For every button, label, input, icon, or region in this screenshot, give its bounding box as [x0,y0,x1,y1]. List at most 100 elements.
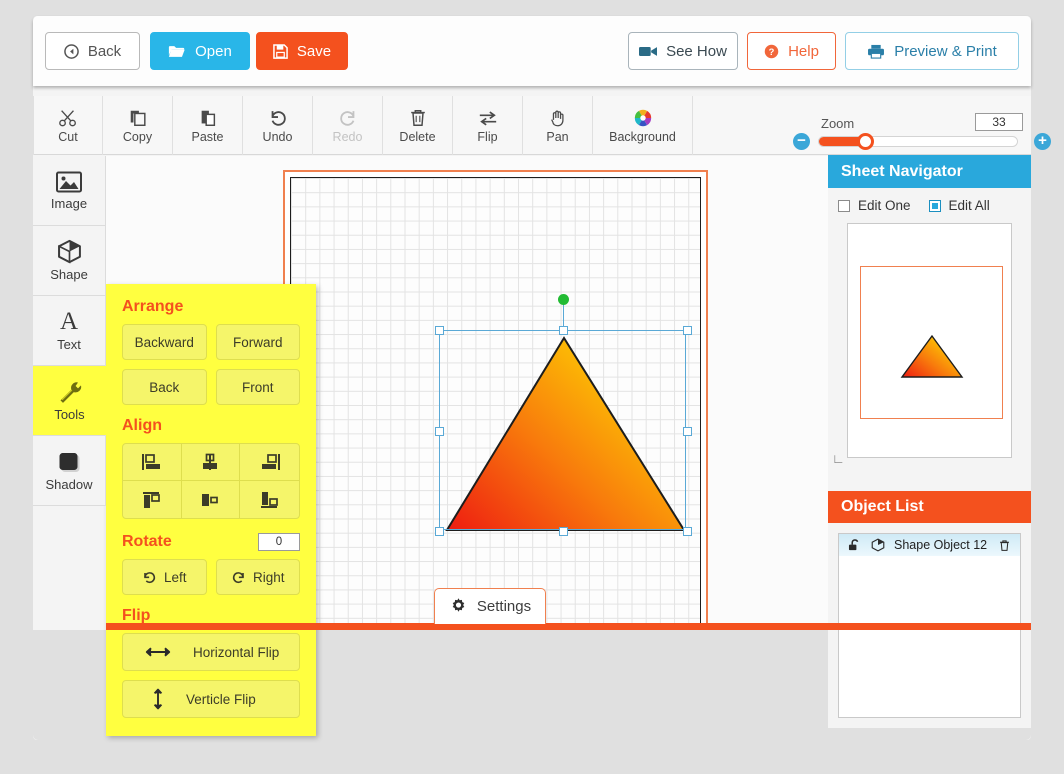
preview-print-button[interactable]: Preview & Print [845,32,1019,70]
toolbar-copy[interactable]: Copy [103,96,173,155]
align-right-button[interactable] [240,444,299,481]
delete-object-icon[interactable] [998,539,1011,552]
toolbar-cut-label: Cut [58,129,78,144]
align-top-icon [139,490,165,510]
resize-handle-top-center[interactable] [559,326,568,335]
sidebar-item-tools[interactable]: Tools [33,366,106,436]
copy-icon [128,108,148,128]
list-item[interactable]: Shape Object 12 [839,534,1020,556]
zoom-out-button[interactable]: − [793,133,810,150]
toolbar-pan[interactable]: Pan [523,96,593,155]
align-middle-icon [197,490,223,510]
toolbar-delete[interactable]: Delete [383,96,453,155]
open-label: Open [195,42,232,60]
save-label: Save [296,42,332,60]
resize-handle-bottom-center[interactable] [559,527,568,536]
sidebar-item-shadow-label: Shadow [45,476,93,492]
zoom-label: Zoom [821,116,855,131]
unlock-icon[interactable] [848,538,862,552]
back-arrow-icon [64,43,79,59]
align-center-button[interactable] [181,444,241,481]
help-button[interactable]: ? Help [747,32,836,70]
zoom-in-button[interactable]: + [1034,133,1051,150]
object-list-title: Object List [828,491,1031,523]
toolbar-undo[interactable]: Undo [243,96,313,155]
save-button[interactable]: Save [256,32,348,70]
wrench-icon [57,380,83,404]
sidebar-item-shadow[interactable]: Shadow [33,436,106,506]
align-section-title: Align [122,417,162,434]
toolbar-paste[interactable]: Paste [173,96,243,155]
resize-handle-middle-right[interactable] [683,427,692,436]
rotate-handle[interactable] [558,294,569,305]
app-window: Back Open Save See How ? Help Preview & … [33,16,1051,740]
sidebar-item-tools-label: Tools [54,406,85,422]
sidebar-item-text[interactable]: A Text [33,296,106,366]
sidebar-item-text-label: Text [57,337,81,352]
rotate-right-button[interactable]: Right [215,559,300,595]
zoom-value-input[interactable]: 33 [975,113,1023,131]
sheet-navigator-body: Edit One Edit All ∟ [828,188,1031,468]
sheet-navigator-preview[interactable] [847,223,1012,458]
printer-icon [867,44,885,59]
back-label: Back [87,42,122,60]
horizontal-arrow-icon [145,645,171,659]
sidebar-item-shape-label: Shape [50,267,88,282]
align-right-icon [257,452,283,472]
picture-icon [56,171,82,193]
zoom-slider-knob[interactable] [857,133,874,150]
back-button[interactable]: Back [45,32,140,70]
arrange-backward-button[interactable]: Backward [122,324,207,360]
sidebar-item-shape[interactable]: Shape [33,226,106,296]
toolbar-flip[interactable]: Flip [453,96,523,155]
resize-handle-middle-left[interactable] [435,427,444,436]
arrange-forward-button[interactable]: Forward [215,324,300,360]
rotate-right-label: Right [252,569,285,585]
align-middle-button[interactable] [182,481,241,518]
folder-open-icon [168,44,186,59]
edit-all-checkbox[interactable] [928,199,941,212]
horizontal-flip-button[interactable]: Horizontal Flip [122,633,300,671]
align-bottom-button[interactable] [240,481,299,518]
align-left-button[interactable] [123,444,182,481]
resize-handle-top-left[interactable] [435,326,444,335]
open-button[interactable]: Open [150,32,250,70]
hand-icon [548,108,568,128]
redo-icon [338,108,358,128]
arrange-section-title: Arrange [122,298,184,315]
edit-mode-row: Edit One Edit All [838,198,1021,213]
edit-toolbar: Cut Copy Paste Undo Redo Delete Flip Pan… [33,96,1051,155]
zoom-slider-track[interactable] [818,133,1018,150]
edit-one-checkbox[interactable] [838,199,850,212]
align-top-button[interactable] [123,481,182,518]
resize-handle-bottom-right[interactable] [683,527,692,536]
resize-handle-bottom-left[interactable] [435,527,444,536]
edit-all-label: Edit All [948,198,990,213]
vertical-flip-button[interactable]: Verticle Flip [122,680,300,718]
selection-box[interactable] [435,294,692,536]
toolbar-undo-label: Undo [262,129,293,144]
settings-button[interactable]: Settings [434,588,546,624]
sidebar-item-image[interactable]: Image [33,156,106,226]
cube-icon [871,538,885,552]
rotate-section-title: Rotate [122,533,172,550]
toolbar-paste-label: Paste [191,129,224,144]
toolbar-background[interactable]: Background [593,96,693,155]
bottom-accent-bar [106,623,1031,630]
rotate-left-button[interactable]: Left [122,559,207,595]
see-how-button[interactable]: See How [628,32,738,70]
vertical-arrow-icon [152,687,164,711]
gear-icon [449,597,468,616]
toolbar-redo[interactable]: Redo [313,96,383,155]
trash-icon [408,108,428,128]
resize-corner-icon[interactable]: ∟ [832,452,845,465]
arrange-back-button[interactable]: Back [122,369,207,405]
square-icon [56,450,82,474]
video-camera-icon [639,45,658,58]
align-center-icon [197,452,223,472]
toolbar-cut[interactable]: Cut [33,96,103,155]
resize-handle-top-right[interactable] [683,326,692,335]
arrange-front-button[interactable]: Front [215,369,300,405]
rotate-value-input[interactable]: 0 [258,533,300,551]
toolbar-pan-label: Pan [546,129,569,144]
